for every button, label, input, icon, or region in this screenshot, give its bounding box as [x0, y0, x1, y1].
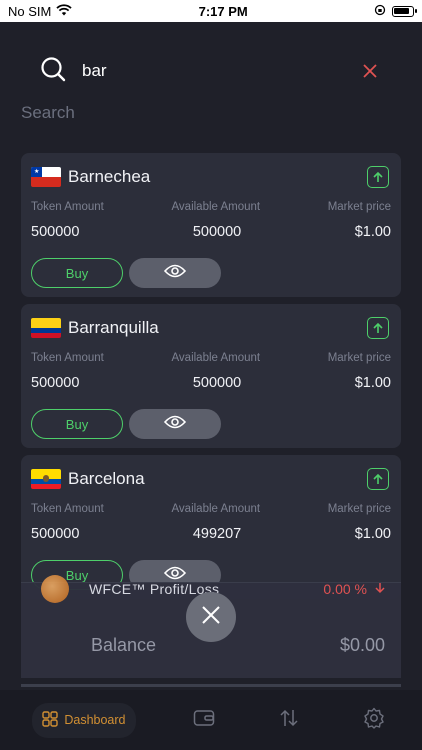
market-price-value: $1.00 [354, 224, 391, 240]
status-bar: No SIM 7:17 PM [0, 0, 422, 22]
arrow-up-icon[interactable] [367, 468, 389, 490]
tab-dashboard-label: Dashboard [64, 713, 126, 727]
card-labels: Token Amount Available Amount Market pri… [31, 201, 391, 213]
market-price-label: Market price [327, 201, 391, 213]
close-icon[interactable] [358, 58, 382, 84]
search-icon [40, 56, 66, 87]
card-labels: Token Amount Available Amount Market pri… [31, 503, 391, 515]
wallet-icon [193, 708, 215, 733]
balance-value: $0.00 [339, 635, 385, 655]
balance-row: Balance $0.00 [91, 635, 385, 656]
search-bar[interactable]: bar [40, 48, 382, 94]
market-price-label: Market price [327, 352, 391, 364]
arrow-up-icon[interactable] [367, 166, 389, 188]
token-amount-value: 500000 [31, 375, 80, 391]
available-amount-label: Available Amount [171, 352, 261, 364]
search-label: Search [21, 103, 75, 122]
available-amount-label: Available Amount [171, 503, 261, 515]
status-right [374, 4, 417, 19]
transfer-icon [278, 708, 300, 733]
orientation-lock-icon [374, 4, 386, 19]
card-labels: Token Amount Available Amount Market pri… [31, 352, 391, 364]
card-header: Barranquilla [31, 316, 389, 340]
tab-settings[interactable] [358, 704, 390, 736]
status-time: 7:17 PM [198, 3, 248, 19]
chile-flag: ★ [31, 167, 61, 187]
city-name: Barranquilla [68, 318, 159, 337]
card-values: 500000 500000 $1.00 [31, 224, 391, 240]
token-amount-label: Token Amount [31, 503, 104, 515]
arrow-up-icon[interactable] [367, 317, 389, 339]
view-button[interactable] [129, 258, 221, 288]
result-card: ★ Barnechea Token Amount Available Amoun… [21, 153, 401, 297]
buy-button[interactable]: Buy [31, 258, 123, 288]
available-amount-value: 500000 [192, 375, 242, 391]
card-values: 500000 500000 $1.00 [31, 375, 391, 391]
buy-button[interactable]: Buy [31, 409, 123, 439]
profit-value: 0.00 % [323, 581, 367, 597]
dashboard-icon [42, 710, 59, 730]
status-left: No SIM [8, 4, 72, 19]
market-price-label: Market price [327, 503, 391, 515]
available-amount-label: Available Amount [171, 201, 261, 213]
market-price-value: $1.00 [354, 526, 391, 542]
result-card: Barranquilla Token Amount Available Amou… [21, 304, 401, 448]
token-amount-label: Token Amount [31, 201, 104, 213]
arrow-down-icon [375, 581, 385, 597]
search-input[interactable]: bar [82, 61, 358, 81]
divider [21, 684, 401, 687]
city-name: Barnechea [68, 167, 151, 186]
eye-icon [163, 415, 187, 434]
tab-wallet[interactable] [188, 704, 220, 736]
tab-dashboard[interactable]: Dashboard [32, 702, 136, 738]
card-header: ★ Barnechea [31, 165, 389, 189]
result-card: Barcelona Token Amount Available Amount … [21, 455, 401, 599]
tab-bar: Dashboard [0, 690, 422, 750]
card-header: Barcelona [31, 467, 389, 491]
card-values: 500000 499207 $1.00 [31, 526, 391, 542]
close-button[interactable] [186, 592, 236, 642]
battery-icon [391, 5, 417, 17]
coin-icon [41, 575, 69, 603]
market-price-value: $1.00 [354, 375, 391, 391]
ecuador-flag [31, 469, 61, 489]
colombia-flag [31, 318, 61, 338]
carrier-label: No SIM [8, 3, 52, 19]
wifi-icon [56, 3, 72, 19]
balance-label: Balance [91, 635, 157, 655]
eye-icon [163, 264, 187, 283]
settings-icon [363, 707, 385, 734]
tab-transfer[interactable] [273, 704, 305, 736]
city-name: Barcelona [68, 469, 145, 488]
close-icon [201, 605, 221, 630]
token-amount-label: Token Amount [31, 352, 104, 364]
token-amount-value: 500000 [31, 526, 80, 542]
token-amount-value: 500000 [31, 224, 80, 240]
available-amount-value: 499207 [192, 526, 242, 542]
view-button[interactable] [129, 409, 221, 439]
available-amount-value: 500000 [192, 224, 242, 240]
